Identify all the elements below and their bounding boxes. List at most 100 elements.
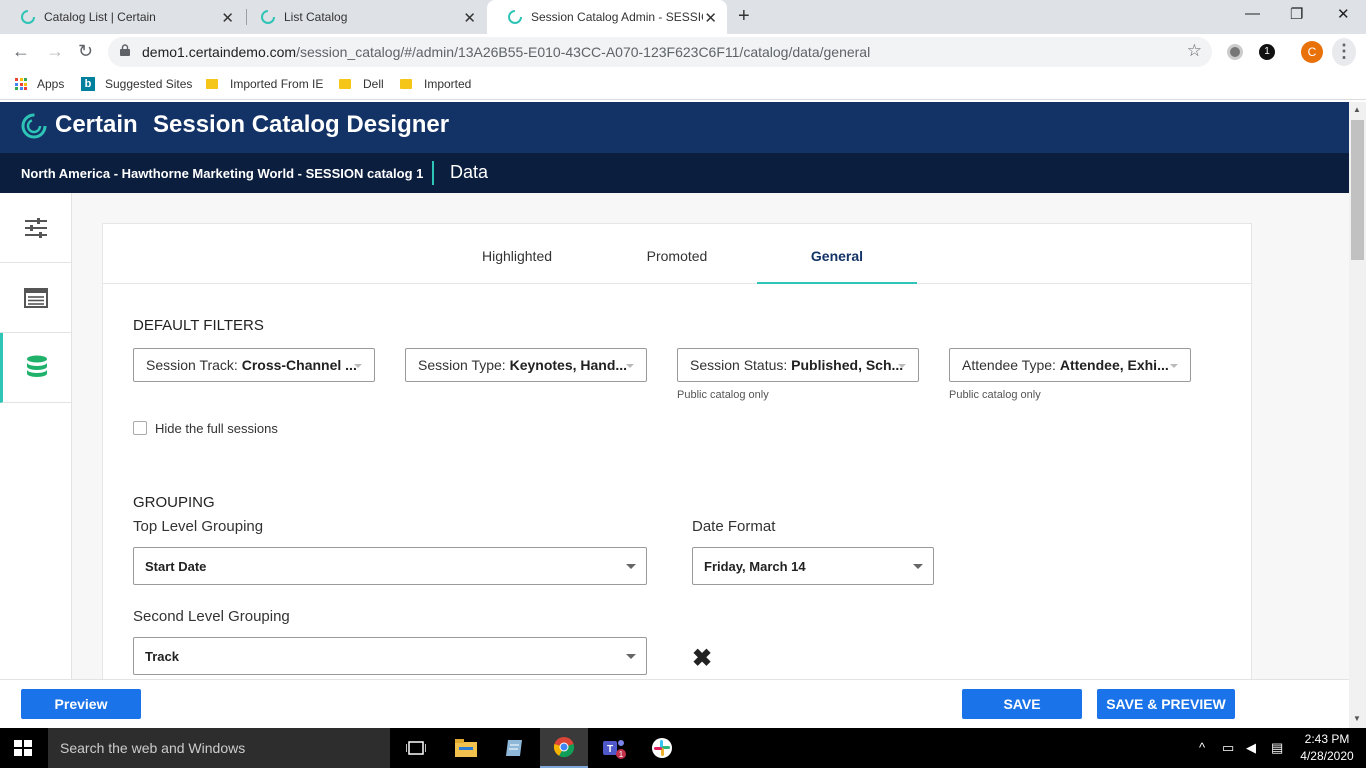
filter-label: Attendee Type:	[962, 357, 1060, 373]
rail-item-layout[interactable]	[0, 263, 71, 333]
select-value: Start Date	[145, 559, 207, 574]
chrome-taskbar-icon[interactable]	[540, 728, 588, 768]
lock-icon	[120, 44, 130, 56]
action-footer: Preview SAVE SAVE & PREVIEW	[0, 679, 1349, 728]
remove-grouping-icon[interactable]: ✖	[692, 644, 712, 673]
extension-badge-icon[interactable]: 1	[1259, 44, 1275, 60]
tab-highlighted[interactable]: Highlighted	[437, 223, 597, 284]
browser-tab-3-active[interactable]: Session Catalog Admin - SESSIO ✕	[487, 0, 727, 34]
volume-icon[interactable]: ◀	[1246, 740, 1256, 756]
battery-icon[interactable]: ▭	[1222, 740, 1234, 756]
bookmark-label: Imported	[424, 77, 472, 91]
session-status-hint: Public catalog only	[677, 389, 769, 401]
second-level-grouping-select[interactable]: Track	[133, 637, 647, 675]
hide-full-sessions-checkbox[interactable]	[133, 421, 147, 435]
rail-item-settings[interactable]	[0, 193, 71, 263]
filter-value: Cross-Channel ...	[241, 357, 357, 373]
session-type-filter[interactable]: Session Type: Keynotes, Hand...	[405, 348, 647, 382]
hide-full-sessions-label: Hide the full sessions	[155, 421, 278, 436]
filter-label: Session Type:	[418, 357, 510, 373]
browser-tab-strip: Catalog List | Certain ✕ List Catalog ✕ …	[0, 0, 1366, 34]
close-tab-icon[interactable]: ✕	[221, 9, 234, 27]
section-title: Data	[450, 162, 489, 182]
bookmark-label: Imported From IE	[230, 77, 324, 91]
save-button[interactable]: SAVE	[962, 689, 1082, 719]
windows-taskbar: Search the web and Windows T1 ^ ▭ ◀ ▤ 2:…	[0, 728, 1366, 768]
taskbar-search[interactable]: Search the web and Windows	[48, 728, 390, 768]
top-level-grouping-label: Top Level Grouping	[133, 518, 264, 535]
attendee-type-filter[interactable]: Attendee Type: Attendee, Exhi...	[949, 348, 1191, 382]
svg-text:T: T	[607, 744, 613, 755]
url-text: demo1.certaindemo.com/session_catalog/#/…	[142, 44, 870, 60]
date-format-select[interactable]: Friday, March 14	[692, 547, 934, 585]
forward-arrow-icon[interactable]: →	[46, 41, 64, 62]
file-explorer-icon[interactable]	[442, 728, 490, 768]
folder-icon	[400, 79, 412, 89]
bookmark-imported-from-ie[interactable]: Imported From IE	[206, 77, 323, 91]
profile-avatar[interactable]: C	[1301, 41, 1323, 63]
chevron-down-icon	[626, 654, 636, 659]
folder-icon	[339, 79, 351, 89]
tab-promoted[interactable]: Promoted	[597, 223, 757, 284]
browser-tab-1[interactable]: Catalog List | Certain ✕	[0, 0, 244, 34]
taskbar-clock[interactable]: 2:43 PM 4/28/2020	[1298, 731, 1356, 765]
action-center-icon[interactable]: ▤	[1271, 740, 1283, 756]
chevron-down-icon	[354, 364, 362, 368]
catalog-name: North America - Hawthorne Marketing Worl…	[21, 166, 424, 181]
scrollbar-thumb[interactable]	[1351, 120, 1364, 260]
filter-label: Session Track:	[146, 357, 242, 373]
reload-icon[interactable]: ↻	[78, 41, 93, 62]
certain-favicon-icon	[21, 10, 35, 24]
new-tab-plus-icon[interactable]: +	[738, 5, 750, 28]
filter-value: Published, Sch...	[791, 357, 904, 373]
browser-menu-icon[interactable]: ⋮	[1332, 38, 1356, 66]
apps-grid-icon	[15, 78, 27, 90]
scroll-down-icon[interactable]: ▼	[1353, 714, 1361, 723]
bookmark-imported[interactable]: Imported	[400, 77, 471, 91]
second-level-grouping-label: Second Level Grouping	[133, 608, 290, 625]
back-arrow-icon[interactable]: ←	[12, 41, 30, 62]
bookmark-dell[interactable]: Dell	[339, 77, 384, 91]
address-bar[interactable]: demo1.certaindemo.com/session_catalog/#/…	[108, 37, 1212, 67]
windows-start-icon[interactable]	[14, 740, 32, 756]
top-level-grouping-select[interactable]: Start Date	[133, 547, 647, 585]
tray-expand-icon[interactable]: ^	[1199, 740, 1205, 755]
close-window-icon[interactable]: ✕	[1337, 5, 1350, 23]
bookmark-apps[interactable]: Apps	[15, 77, 64, 91]
slack-icon[interactable]	[638, 728, 686, 768]
chevron-down-icon	[898, 364, 906, 368]
catalog-subheader: North America - Hawthorne Marketing Worl…	[0, 153, 1349, 193]
filter-value: Attendee, Exhi...	[1059, 357, 1169, 373]
default-filters-heading: DEFAULT FILTERS	[133, 317, 264, 334]
task-view-icon[interactable]	[392, 728, 440, 768]
save-preview-button[interactable]: SAVE & PREVIEW	[1097, 689, 1235, 719]
rail-item-data[interactable]	[0, 333, 71, 403]
filter-label: Session Status:	[690, 357, 792, 373]
scroll-up-icon[interactable]: ▲	[1353, 105, 1361, 114]
close-tab-icon[interactable]: ✕	[704, 9, 717, 27]
extension-icon[interactable]	[1227, 44, 1243, 60]
chevron-down-icon	[626, 564, 636, 569]
bookmark-label: Apps	[37, 77, 65, 91]
browser-tab-2[interactable]: List Catalog ✕	[240, 0, 486, 34]
session-track-filter[interactable]: Session Track: Cross-Channel ...	[133, 348, 375, 382]
minimize-window-icon[interactable]: —	[1245, 5, 1260, 22]
certain-favicon-icon	[261, 10, 275, 24]
session-status-filter[interactable]: Session Status: Published, Sch...	[677, 348, 919, 382]
clock-date: 4/28/2020	[1300, 749, 1354, 763]
restore-window-icon[interactable]: ❐	[1290, 5, 1303, 23]
folder-icon	[206, 79, 218, 89]
left-nav-rail	[0, 193, 72, 679]
vertical-scrollbar[interactable]: ▲ ▼	[1349, 102, 1366, 728]
preview-button[interactable]: Preview	[21, 689, 141, 719]
close-tab-icon[interactable]: ✕	[463, 9, 476, 27]
chevron-down-icon	[626, 364, 634, 368]
bookmark-star-icon[interactable]: ☆	[1187, 41, 1202, 61]
tab-general[interactable]: General	[757, 223, 917, 284]
sliders-icon	[24, 217, 47, 238]
bookmark-suggested-sites[interactable]: b Suggested Sites	[81, 77, 192, 91]
chevron-down-icon	[913, 564, 923, 569]
browser-tab-title: List Catalog	[284, 10, 348, 24]
notepad-icon[interactable]	[490, 728, 538, 768]
teams-icon[interactable]: T1	[590, 728, 638, 768]
